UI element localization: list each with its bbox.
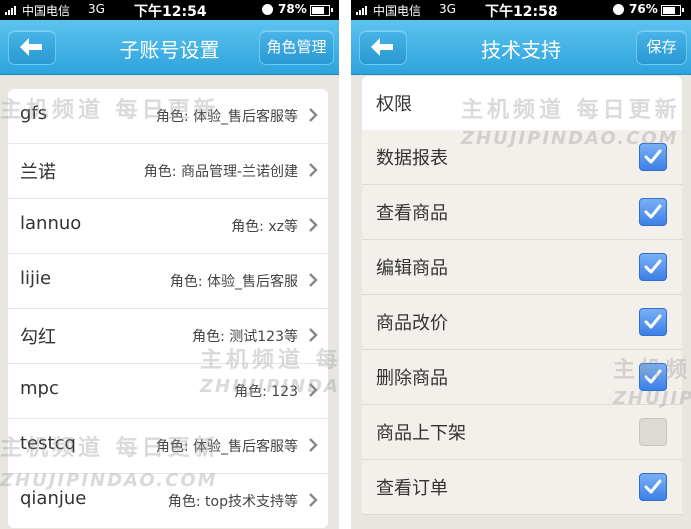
checkmark-icon — [643, 422, 663, 442]
account-name: lannuo — [20, 213, 82, 234]
chevron-right-icon — [309, 438, 318, 452]
account-row[interactable]: testcq 角色: 体验_售后客服等 — [8, 419, 328, 474]
permission-row[interactable]: 商品改价 — [362, 295, 682, 350]
permission-checkbox[interactable] — [639, 363, 667, 391]
nav-bar: 子账号设置 角色管理 — [0, 20, 339, 75]
clock: 下午12:54 — [134, 4, 207, 20]
chevron-right-icon — [309, 218, 318, 232]
permission-label: 数据报表 — [376, 148, 448, 169]
account-role: 角色: 体验_售后客服等 — [155, 109, 298, 125]
permission-checkbox[interactable] — [639, 143, 667, 171]
battery-percent: 78% — [278, 2, 307, 16]
permission-row[interactable]: 查看商品 — [362, 185, 682, 240]
chevron-right-icon — [309, 493, 318, 507]
account-list: gfs 角色: 体验_售后客服等 兰诺 角色: 商品管理-兰诺创建 lannuo 角色: … — [8, 89, 328, 528]
checkmark-icon — [644, 204, 662, 219]
carrier-label: 中国电信 — [373, 4, 422, 18]
permission-row[interactable]: 数据报表 — [362, 130, 682, 185]
nav-bar: 技术支持 保存 — [351, 20, 691, 75]
permission-label: 商品上下架 — [376, 423, 466, 444]
account-row[interactable]: 兰诺 角色: 商品管理-兰诺创建 — [8, 144, 328, 199]
account-role: 角色: 体验_售后客服 — [169, 274, 298, 290]
account-name: 勾红 — [20, 327, 56, 348]
status-bar: 中国电信 3G 下午12:58 76% — [351, 0, 691, 20]
section-title: 权限 — [376, 94, 412, 115]
save-button[interactable]: 保存 — [636, 30, 687, 65]
chevron-right-icon — [309, 273, 318, 287]
battery-icon — [661, 5, 684, 16]
permission-label: 查看商品 — [376, 203, 448, 224]
account-row[interactable]: lijie 角色: 体验_售后客服 — [8, 254, 328, 309]
account-role: 角色: top技术支持等 — [167, 494, 298, 510]
battery-icon — [310, 5, 333, 16]
rotation-lock-icon — [262, 4, 273, 15]
permission-label: 编辑商品 — [376, 258, 448, 279]
account-name: qianjue — [20, 488, 87, 509]
network-label: 3G — [439, 2, 456, 16]
checkmark-icon — [644, 369, 662, 384]
permission-row[interactable]: 查看订单 — [362, 460, 682, 515]
account-role: 角色: 商品管理-兰诺创建 — [143, 164, 298, 180]
permission-row[interactable]: 商品上下架 — [362, 405, 682, 460]
account-role: 角色: 123 — [234, 384, 298, 400]
phone-screen-accounts: 中国电信 3G 下午12:54 78% 子账号设置 角色管理 gfs 角色: 体验… — [0, 0, 339, 529]
account-name: lijie — [20, 268, 52, 289]
account-role: 角色: xz等 — [231, 219, 298, 235]
account-name: mpc — [20, 378, 59, 399]
permission-row[interactable]: 编辑商品 — [362, 240, 682, 295]
account-name: 兰诺 — [20, 162, 56, 183]
permission-checkbox[interactable] — [639, 198, 667, 226]
permission-checkbox[interactable] — [639, 253, 667, 281]
chevron-right-icon — [309, 328, 318, 342]
permission-label: 商品改价 — [376, 313, 448, 334]
permission-label: 删除商品 — [376, 368, 448, 389]
battery-percent: 76% — [629, 2, 658, 16]
account-row[interactable]: lannuo 角色: xz等 — [8, 199, 328, 254]
account-name: gfs — [20, 103, 48, 124]
status-bar: 中国电信 3G 下午12:54 78% — [0, 0, 339, 20]
rotation-lock-icon — [613, 4, 624, 15]
account-row[interactable]: mpc 角色: 123 — [8, 364, 328, 419]
role-management-button[interactable]: 角色管理 — [259, 30, 334, 65]
network-label: 3G — [88, 2, 105, 16]
clock: 下午12:58 — [485, 4, 558, 20]
account-role: 角色: 体验_售后客服等 — [155, 439, 298, 455]
permission-section-header: 权限 — [362, 76, 682, 130]
signal-icon — [5, 5, 19, 15]
signal-icon — [356, 5, 370, 15]
permission-label: 查看订单 — [376, 478, 448, 499]
checkmark-icon — [644, 149, 662, 164]
account-name: testcq — [20, 433, 76, 454]
permission-list: 权限 数据报表查看商品编辑商品商品改价删除商品商品上下架查看订单 — [362, 76, 682, 515]
permission-checkbox[interactable] — [639, 473, 667, 501]
carrier-label: 中国电信 — [22, 4, 71, 18]
permission-checkbox[interactable] — [639, 418, 667, 446]
chevron-right-icon — [309, 383, 318, 397]
chevron-right-icon — [309, 163, 318, 177]
permission-row[interactable]: 删除商品 — [362, 350, 682, 405]
checkmark-icon — [644, 479, 662, 494]
phone-screen-permissions: 中国电信 3G 下午12:58 76% 技术支持 保存 权限 数据报表查看商品编… — [351, 0, 691, 529]
account-role: 角色: 测试123等 — [192, 329, 298, 345]
account-row[interactable]: 勾红 角色: 测试123等 — [8, 309, 328, 364]
account-row[interactable]: qianjue 角色: top技术支持等 — [8, 474, 328, 528]
account-row[interactable]: gfs 角色: 体验_售后客服等 — [8, 89, 328, 144]
checkmark-icon — [644, 314, 662, 329]
chevron-right-icon — [309, 108, 318, 122]
checkmark-icon — [644, 259, 662, 274]
permission-checkbox[interactable] — [639, 308, 667, 336]
